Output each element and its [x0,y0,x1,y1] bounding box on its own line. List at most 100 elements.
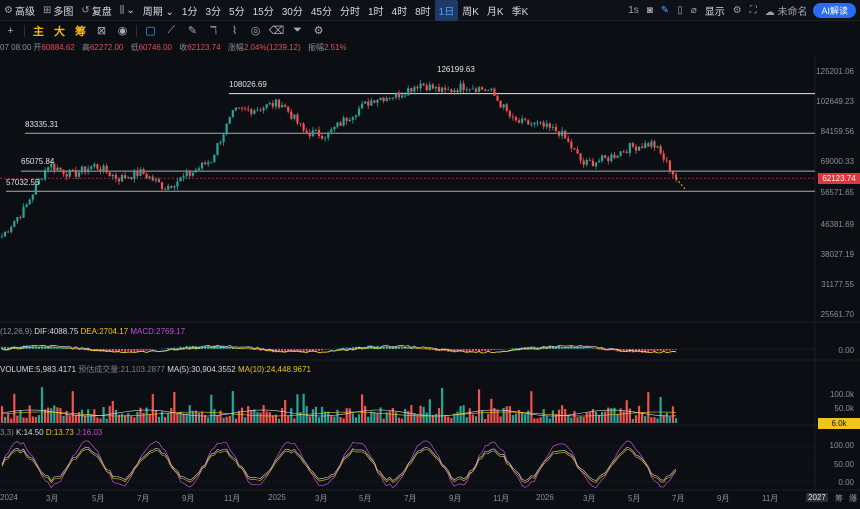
candle-body [588,159,591,161]
candle-body [268,103,271,105]
candle-body [308,132,311,137]
volume-bar [234,418,237,423]
volume-bar [477,389,481,423]
time-axis-label: 11月 [493,494,510,503]
candle-body [431,84,434,89]
dif-label: DIF: [34,327,50,336]
candle-body [167,185,170,190]
candle-body [533,122,536,125]
macd-bar [675,349,677,350]
volume-bar [441,387,444,423]
candle-body [173,186,176,188]
candle-body [496,95,499,101]
macd-axis-label: 0.00 [838,346,854,355]
volume-bar [167,413,170,423]
candle-body [222,134,225,143]
macd-bar [148,349,151,351]
volume-bar [419,405,422,423]
burst-tab[interactable]: 爆 [849,493,857,504]
candle-body [425,85,428,91]
chip-tab[interactable]: 筹 [835,493,843,504]
volume-ma5: MA(5):30,904.3552 [167,365,236,374]
volume-bar [43,409,47,423]
volume-bar [25,417,28,423]
candle-body [234,107,237,111]
candle-body [576,149,579,154]
candle-body [521,118,524,123]
candle-body [324,137,327,139]
volume-bar [481,410,484,423]
candle-body [601,155,604,161]
macd-bar [493,349,496,351]
current-price-tag: 62123.74 [818,173,860,184]
macd-bar [662,349,665,351]
macd-value: 2769.17 [156,327,186,336]
price-chart[interactable] [0,0,860,509]
dea-value: 2704.17 [99,327,129,336]
candle-body [3,231,7,237]
kdj-axis-100: 100.00 [829,441,854,450]
volume-bar [40,387,44,423]
volume-bar [308,416,311,423]
volume-bar [317,417,321,423]
volume-bar [68,415,71,423]
volume-bar [394,412,398,423]
candle-body [265,104,268,108]
macd-bar [56,347,59,349]
macd-bar [487,349,490,351]
volume-bar [262,405,265,423]
candle-body [170,185,173,188]
volume-bar [342,418,345,423]
volume-bar [124,415,127,423]
candle-body [311,130,314,137]
candle-body [468,88,471,90]
candle-body [674,174,678,179]
macd-title: (12,26,9) DIF:4088.75 DEA:2704.17 MACD:2… [0,327,185,336]
macd-bar [474,349,477,352]
candle-body [90,166,93,169]
macd-bar [478,349,481,352]
candle-body [437,87,441,92]
volume-bar [604,411,607,423]
volume-bar [505,406,508,423]
volume-bar [83,415,87,423]
candle-body [293,114,296,119]
macd-bar [305,349,308,352]
candle-body [179,177,182,182]
price-axis-label: 84159.56 [820,127,854,136]
candle-body [219,142,222,144]
candle-body [99,168,102,172]
volume-bar [28,405,31,423]
candle-body [342,117,345,126]
candle-body [77,172,81,177]
volume-bar [628,408,631,423]
candle-body [314,129,318,131]
volume-bar [647,392,650,423]
volume-bar [194,410,197,423]
kdj-k: K:14.50 [16,428,44,437]
volume-bar [31,416,34,423]
volume-bar [391,407,394,423]
time-axis-label: 11月 [762,494,779,503]
candle-body [330,129,333,133]
candle-body [105,165,108,173]
macd-bar [317,349,320,351]
volume-bar [471,414,474,423]
volume-bar [354,417,358,423]
volume-bar [554,414,558,423]
candle-body [505,104,508,111]
volume-bar [293,418,296,423]
candle-body [419,83,422,89]
volume-bar [527,410,530,423]
candle-body [391,97,394,99]
volume-bar [400,418,404,423]
kdj-axis-0: 0.00 [838,478,854,487]
volume-bar [601,412,604,423]
macd-bar [659,349,662,352]
volume-bar [428,399,431,423]
volume-bar [200,411,204,423]
candle-body [579,153,582,161]
volume-bar [50,408,53,423]
candle-body [610,154,613,162]
macd-bar [413,348,416,349]
